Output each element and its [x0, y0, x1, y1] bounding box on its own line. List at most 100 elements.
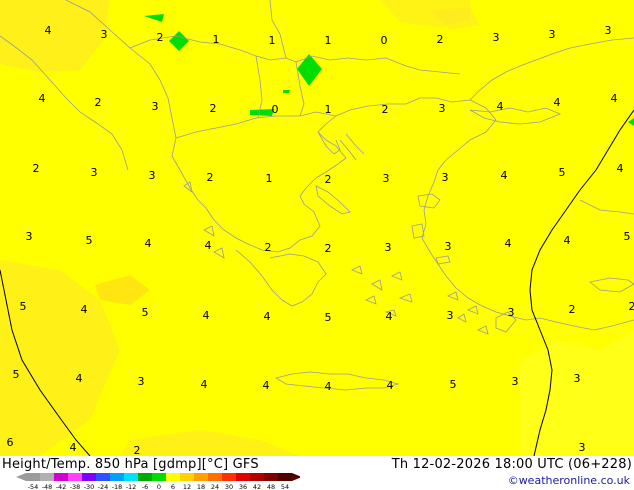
temperature-label: 3 — [101, 28, 108, 41]
temperature-label: 2 — [382, 103, 389, 116]
green-spot-5 — [283, 90, 290, 93]
color-scale-swatch — [250, 473, 264, 481]
temperature-label: 5 — [13, 368, 20, 381]
color-scale-tick: -18 — [112, 483, 123, 490]
color-scale-swatch — [68, 473, 82, 481]
temperature-label: 3 — [549, 28, 556, 41]
temperature-label: 2 — [157, 31, 164, 44]
color-scale-swatch — [208, 473, 222, 481]
color-scale-tick: -6 — [142, 483, 148, 490]
temperature-label: 5 — [20, 300, 27, 313]
temperature-label: 4 — [76, 372, 83, 385]
valid-time: Th 12-02-2026 18:00 UTC (06+228) — [391, 457, 632, 472]
temperature-label: 0 — [272, 103, 279, 116]
temperature-label: 3 — [508, 306, 515, 319]
color-scale: -54 -48 -42 -38 -30 -24 -18 -12 -6 0 6 12 18 24 30 36 42… — [16, 473, 300, 490]
weather-map: 4321110233342320123444233212334543544223… — [0, 0, 634, 490]
color-scale-swatch — [82, 473, 96, 481]
color-scale-tick: 36 — [239, 483, 247, 490]
green-spot-4 — [250, 109, 274, 116]
temperature-label: 4 — [45, 24, 52, 37]
color-scale-swatches — [16, 473, 300, 481]
color-scale-tick: 0 — [157, 483, 161, 490]
color-scale-swatch — [194, 473, 208, 481]
map-canvas: 4 3 2 1 1 1 0 2 3 3 3 4 2 3 2 0 1 2 3 4 4 4 2 3 3 2 1 2 3 3 4 5 4 3 5 4 4 2 2 3… — [0, 0, 634, 456]
temperature-label: 4 — [205, 239, 212, 252]
color-scale-tick: 24 — [211, 483, 219, 490]
color-scale-tick: -12 — [126, 483, 137, 490]
temperature-label: 5 — [142, 306, 149, 319]
color-scale-tick: 42 — [253, 483, 261, 490]
temperature-label: 5 — [450, 378, 457, 391]
temperature-label: 3 — [579, 441, 586, 454]
temperature-label: 2 — [437, 33, 444, 46]
temperature-label: 2 — [569, 303, 576, 316]
temperature-label: 4 — [497, 100, 504, 113]
temperature-label: 3 — [149, 169, 156, 182]
temperature-label: 3 — [138, 375, 145, 388]
color-scale-swatch — [166, 473, 180, 481]
color-scale-swatch — [40, 473, 54, 481]
temperature-label: 3 — [152, 100, 159, 113]
temperature-label: 3 — [26, 230, 33, 243]
temperature-label: 3 — [439, 102, 446, 115]
color-scale-swatch — [236, 473, 250, 481]
credit-link[interactable]: ©weatheronline.co.uk — [508, 474, 630, 487]
temperature-label: 2 — [325, 242, 332, 255]
temperature-label: 4 — [387, 379, 394, 392]
color-scale-tick: 18 — [197, 483, 205, 490]
temperature-label: 2 — [325, 173, 332, 186]
temperature-label: 4 — [145, 237, 152, 250]
color-scale-tick: -42 — [56, 483, 67, 490]
temperature-label: 3 — [493, 31, 500, 44]
temperature-label: 3 — [445, 240, 452, 253]
temperature-label: 1 — [325, 103, 332, 116]
color-scale-tick: 6 — [171, 483, 175, 490]
temperature-label: 4 — [203, 309, 210, 322]
temperature-label: 4 — [611, 92, 618, 105]
color-scale-swatch — [264, 473, 278, 481]
temperature-label: 3 — [442, 171, 449, 184]
temperature-label: 4 — [263, 379, 270, 392]
color-scale-tick: -54 — [28, 483, 39, 490]
temperature-label: 4 — [325, 380, 332, 393]
temperature-label: 4 — [264, 310, 271, 323]
color-scale-tick: -48 — [42, 483, 53, 490]
temperature-label: 4 — [617, 162, 624, 175]
color-scale-swatch — [124, 473, 138, 481]
temperature-label: 2 — [33, 162, 40, 175]
temperature-label: 5 — [86, 234, 93, 247]
temperature-label: 1 — [325, 34, 332, 47]
temperature-label: 4 — [564, 234, 571, 247]
temperature-label: 1 — [266, 172, 273, 185]
temperature-label: 4 — [81, 303, 88, 316]
color-scale-swatch — [222, 473, 236, 481]
temperature-label: 3 — [605, 24, 612, 37]
temperature-label: 0 — [381, 34, 388, 47]
color-scale-swatch — [278, 473, 292, 481]
temperature-label: 3 — [574, 372, 581, 385]
map-title: Height/Temp. 850 hPa [gdmp][°C] GFS — [2, 457, 259, 472]
color-scale-tick: 54 — [281, 483, 289, 490]
color-scale-tick: 48 — [267, 483, 275, 490]
temperature-label: 4 — [505, 237, 512, 250]
temperature-label: 4 — [39, 92, 46, 105]
color-scale-left-arrow — [16, 473, 26, 481]
temperature-label: 3 — [447, 309, 454, 322]
color-scale-swatch — [180, 473, 194, 481]
temperature-label: 3 — [91, 166, 98, 179]
temperature-label: 2 — [95, 96, 102, 109]
color-scale-tick: 12 — [183, 483, 191, 490]
color-scale-tick: 30 — [225, 483, 233, 490]
temperature-label: 4 — [70, 441, 77, 454]
color-scale-swatch — [138, 473, 152, 481]
color-scale-swatch — [96, 473, 110, 481]
color-scale-swatch — [26, 473, 40, 481]
temperature-label: 3 — [385, 241, 392, 254]
temperature-label: 6 — [7, 436, 14, 449]
temperature-label: 1 — [213, 33, 220, 46]
temperature-label: 4 — [201, 378, 208, 391]
color-scale-right-arrow — [292, 473, 300, 481]
temperature-label: 4 — [501, 169, 508, 182]
temperature-label: 5 — [325, 311, 332, 324]
